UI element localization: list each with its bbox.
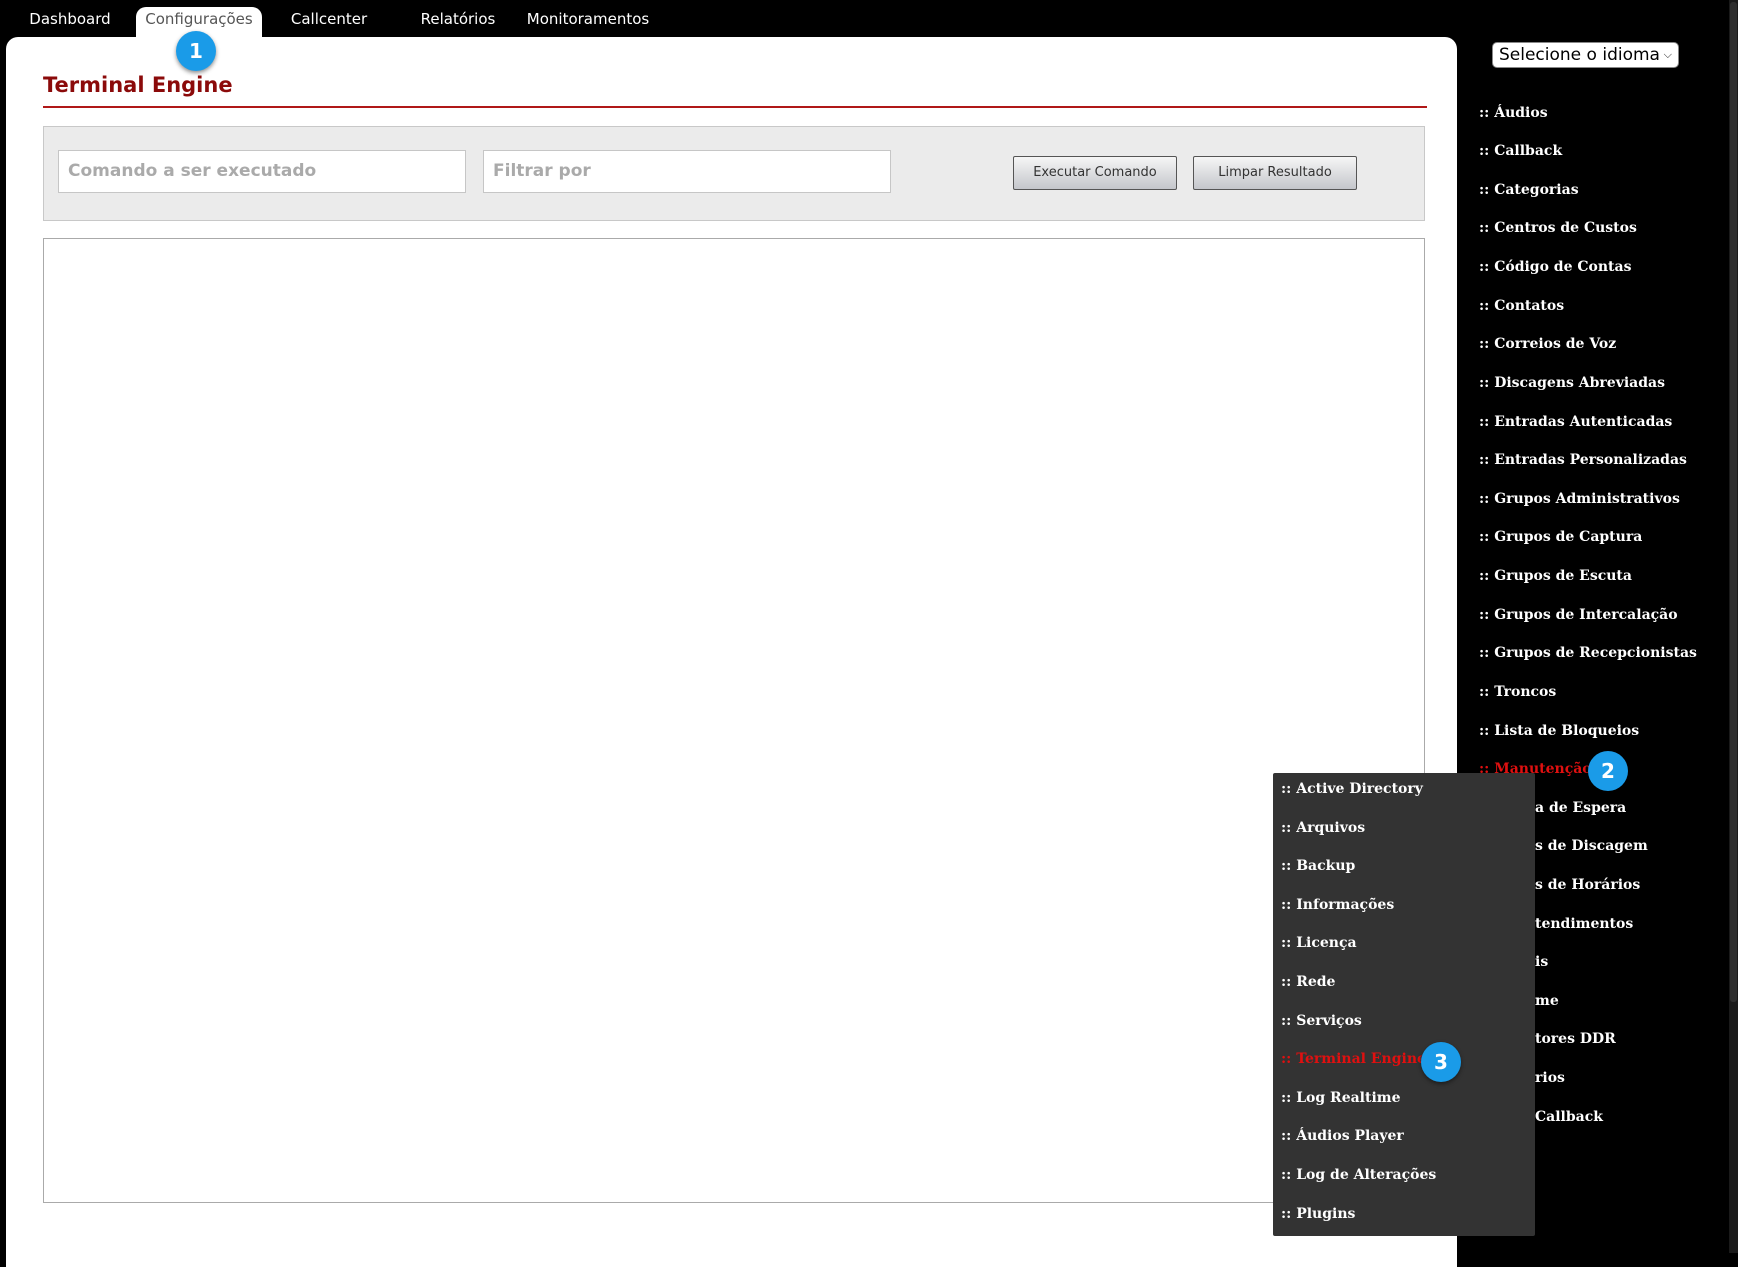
tab-relatorios[interactable]: Relatórios <box>410 7 506 37</box>
main-panel: Terminal Engine Comando a ser executado … <box>6 37 1457 1267</box>
chevron-down-icon: ⌵ <box>1663 48 1672 61</box>
clear-result-button[interactable]: Limpar Resultado <box>1193 156 1357 190</box>
page-title: Terminal Engine <box>43 73 233 97</box>
sidebar-item-troncos[interactable]: :: Troncos <box>1479 682 1556 702</box>
sidebar-item-callback-2[interactable]: Callback <box>1535 1107 1603 1127</box>
sidebar-item-centros-de-custos[interactable]: :: Centros de Custos <box>1479 218 1637 238</box>
maintenance-submenu: :: Active Directory :: Arquivos :: Backu… <box>1273 773 1535 1236</box>
top-nav: Dashboard Configurações Callcenter Relat… <box>0 0 1738 37</box>
command-input[interactable]: Comando a ser executado <box>58 150 466 193</box>
submenu-item-arquivos[interactable]: :: Arquivos <box>1281 818 1365 838</box>
sidebar-item-callback[interactable]: :: Callback <box>1479 141 1562 161</box>
tab-monitoramentos[interactable]: Monitoramentos <box>524 7 652 37</box>
sidebar-item-lista-de-bloqueios[interactable]: :: Lista de Bloqueios <box>1479 721 1639 741</box>
sidebar-item-entradas-personalizadas[interactable]: :: Entradas Personalizadas <box>1479 450 1687 470</box>
sidebar-item-correios-de-voz[interactable]: :: Correios de Voz <box>1479 334 1616 354</box>
submenu-item-servicos[interactable]: :: Serviços <box>1281 1011 1362 1031</box>
sidebar-item-categorias[interactable]: :: Categorias <box>1479 180 1579 200</box>
filter-input[interactable]: Filtrar por <box>483 150 891 193</box>
submenu-item-rede[interactable]: :: Rede <box>1281 972 1335 992</box>
language-select[interactable]: Selecione o idioma ⌵ <box>1492 42 1679 68</box>
sidebar-item-grupos-de-escuta[interactable]: :: Grupos de Escuta <box>1479 566 1632 586</box>
sidebar-item-codigo-de-contas[interactable]: :: Código de Contas <box>1479 257 1631 277</box>
sidebar-item-grupos-administrativos[interactable]: :: Grupos Administrativos <box>1479 489 1680 509</box>
submenu-item-active-directory[interactable]: :: Active Directory <box>1281 779 1423 799</box>
title-divider <box>43 106 1427 108</box>
sidebar-item-tabelas-de-horarios[interactable]: s de Horários <box>1535 875 1640 895</box>
sidebar-item-fila-de-espera[interactable]: a de Espera <box>1535 798 1626 818</box>
scrollbar-thumb[interactable] <box>1730 2 1737 1002</box>
step-badge-1: 1 <box>176 31 216 71</box>
submenu-item-informacoes[interactable]: :: Informações <box>1281 895 1394 915</box>
sidebar-item-atendimentos[interactable]: tendimentos <box>1535 914 1633 934</box>
sidebar-item-grupos-de-intercalacao[interactable]: :: Grupos de Intercalação <box>1479 605 1678 625</box>
command-toolbar: Comando a ser executado Filtrar por Exec… <box>43 126 1425 221</box>
submenu-item-backup[interactable]: :: Backup <box>1281 856 1355 876</box>
sidebar-item-grupos-de-captura[interactable]: :: Grupos de Captura <box>1479 527 1642 547</box>
submenu-item-licenca[interactable]: :: Licença <box>1281 933 1357 953</box>
step-badge-2: 2 <box>1588 751 1628 791</box>
sidebar-item-entradas-autenticadas[interactable]: :: Entradas Autenticadas <box>1479 412 1672 432</box>
tab-dashboard[interactable]: Dashboard <box>18 7 122 37</box>
sidebar-item-me[interactable]: me <box>1535 991 1559 1011</box>
execute-command-button[interactable]: Executar Comando <box>1013 156 1177 190</box>
sidebar-item-regras-de-discagem[interactable]: s de Discagem <box>1535 836 1648 856</box>
sidebar-item-grupos-de-recepcionistas[interactable]: :: Grupos de Recepcionistas <box>1479 643 1697 663</box>
submenu-item-plugins[interactable]: :: Plugins <box>1281 1204 1355 1224</box>
language-select-value: Selecione o idioma <box>1499 45 1660 65</box>
result-output-area[interactable] <box>43 238 1425 1203</box>
sidebar-item-tores-ddr[interactable]: tores DDR <box>1535 1029 1616 1049</box>
page-scrollbar[interactable] <box>1729 0 1738 1253</box>
tab-callcenter[interactable]: Callcenter <box>280 7 378 37</box>
submenu-item-log-realtime[interactable]: :: Log Realtime <box>1281 1088 1401 1108</box>
submenu-item-audios-player[interactable]: :: Áudios Player <box>1281 1126 1404 1146</box>
sidebar-item-is[interactable]: is <box>1535 952 1548 972</box>
sidebar-item-audios[interactable]: :: Áudios <box>1479 103 1548 123</box>
sidebar-item-contatos[interactable]: :: Contatos <box>1479 296 1564 316</box>
sidebar-item-discagens-abreviadas[interactable]: :: Discagens Abreviadas <box>1479 373 1665 393</box>
submenu-item-log-de-alteracoes[interactable]: :: Log de Alterações <box>1281 1165 1436 1185</box>
sidebar-item-rios[interactable]: rios <box>1535 1068 1565 1088</box>
submenu-item-terminal-engine[interactable]: :: Terminal Engine <box>1281 1049 1426 1069</box>
step-badge-3: 3 <box>1421 1042 1461 1082</box>
